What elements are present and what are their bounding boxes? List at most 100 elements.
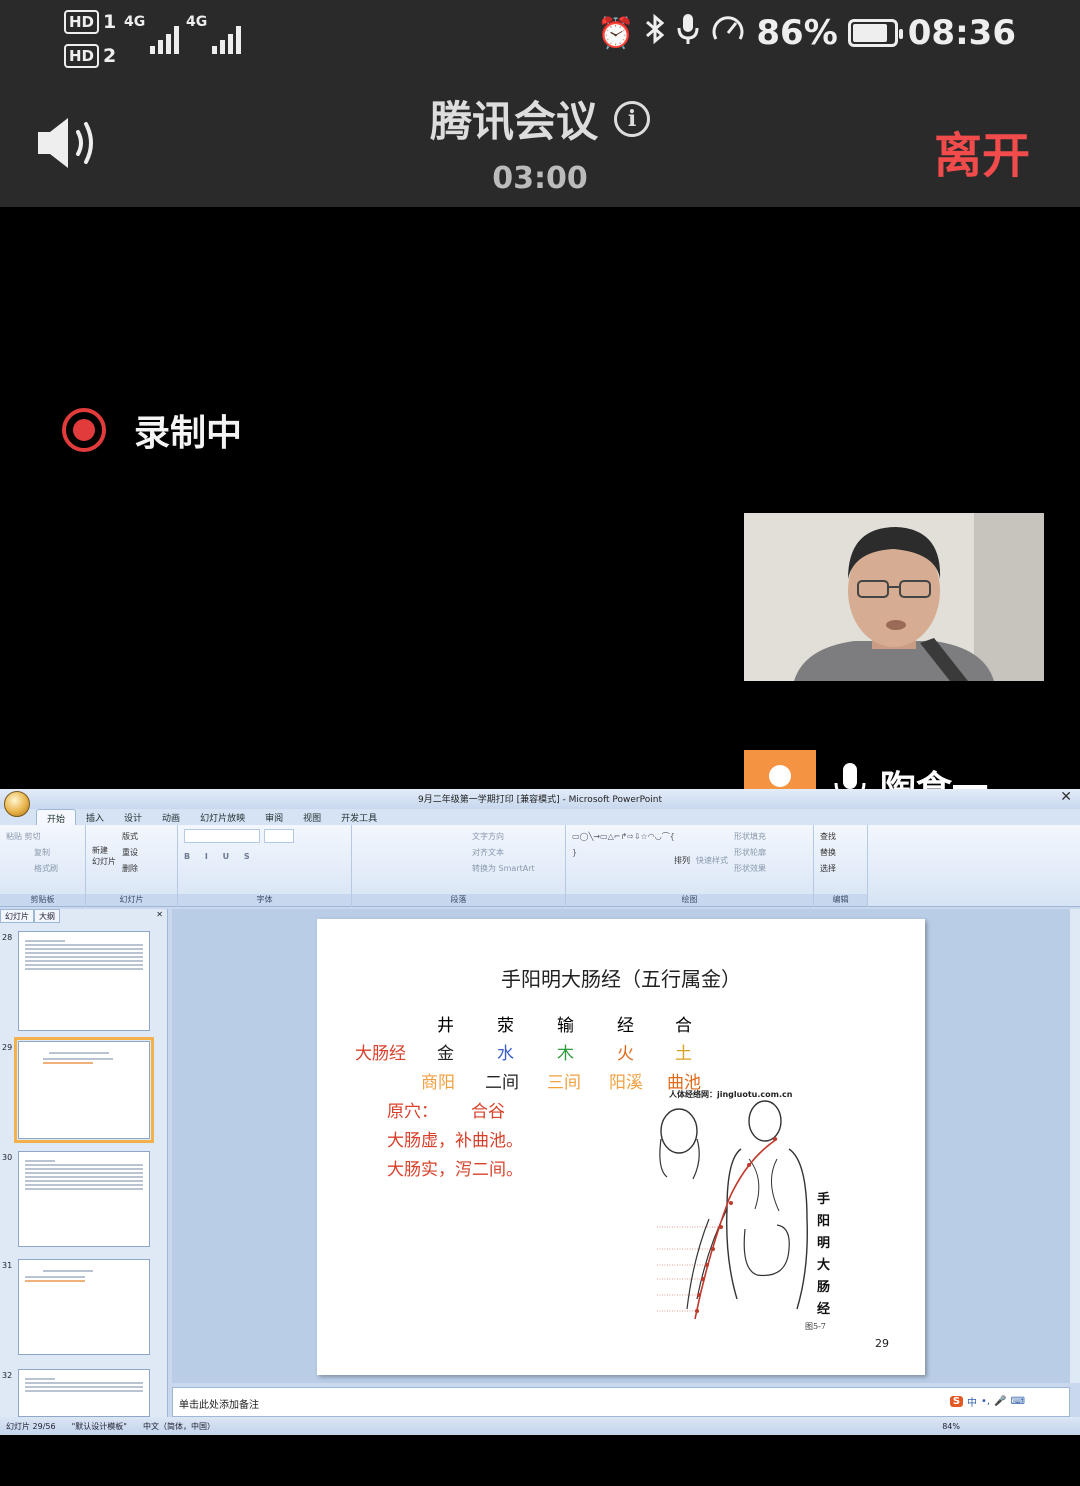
- ime-punctuation-icon[interactable]: •,: [981, 1396, 990, 1407]
- paste-button[interactable]: 粘贴: [6, 829, 22, 845]
- excess-rule: 大肠实，泻二间。: [387, 1160, 523, 1180]
- ppt-window-title: 9月二年级第一学期打印 [兼容模式] - Microsoft PowerPoin…: [418, 795, 662, 805]
- cut-button[interactable]: 剪切: [25, 829, 41, 845]
- tab-insert[interactable]: 插入: [76, 809, 114, 825]
- zoom-level[interactable]: 84%: [942, 1422, 960, 1431]
- bluetooth-icon: [644, 13, 666, 53]
- current-slide[interactable]: 手阳明大肠经（五行属金） 井 荥 输 经 合 大肠经 金 水 木 火 土 商阳 …: [317, 919, 925, 1375]
- new-slide-button[interactable]: 新建 幻灯片: [92, 845, 116, 877]
- tab-slides-panel[interactable]: 幻灯片: [0, 909, 34, 923]
- ime-language[interactable]: 中: [967, 1394, 977, 1409]
- find-button[interactable]: 查找: [820, 829, 836, 845]
- tab-developer[interactable]: 开发工具: [331, 809, 387, 825]
- tab-view[interactable]: 视图: [293, 809, 331, 825]
- header-jing: 井: [437, 1016, 454, 1036]
- tab-design[interactable]: 设计: [114, 809, 152, 825]
- recording-label: 录制中: [134, 413, 243, 454]
- shape-fill-button[interactable]: 形状填充: [734, 829, 766, 845]
- sim1-number: 1: [103, 11, 117, 33]
- group-drawing: ▭◯╲→▭△⌐↱⇨⇩☆◠◡⌒{ } 排列 快速样式 形状填充 形状轮廓 形状效果…: [566, 825, 814, 907]
- text-direction-button[interactable]: 文字方向: [472, 829, 504, 845]
- group-editing: 查找 替换 选择 编辑: [814, 825, 868, 907]
- align-text-button[interactable]: 对齐文本: [472, 845, 504, 861]
- slide-thumbnail-panel: 幻灯片 大纲 ✕ 28 29 30 31 32: [0, 909, 168, 1417]
- slide-thumbnail[interactable]: [18, 1369, 150, 1417]
- format-painter-button[interactable]: 格式刷: [34, 861, 58, 877]
- figure-caption: 手阳明大肠经: [817, 1192, 831, 1317]
- alarm-icon: ⏰: [597, 15, 635, 51]
- layout-button[interactable]: 版式: [122, 829, 138, 845]
- group-label-editing: 编辑: [814, 894, 867, 906]
- ribbon-tabs: 开始 插入 设计 动画 幻灯片放映 审阅 视图 开发工具: [0, 809, 1080, 825]
- element-earth: 土: [675, 1044, 692, 1064]
- theme-name: "默认设计模板": [71, 1421, 127, 1431]
- shape-effects-button[interactable]: 形状效果: [734, 861, 766, 877]
- hd1-badge: HD: [64, 10, 100, 34]
- status-right: ⏰ 86% 08:36: [597, 12, 1016, 54]
- ppt-status-bar: 幻灯片 29/56 "默认设计模板" 中文（简体，中国） 84%: [0, 1417, 1080, 1435]
- element-fire: 火: [617, 1044, 634, 1064]
- ime-toolbar[interactable]: S 中 •, 🎤 ⌨: [949, 1394, 1025, 1409]
- slide-thumbnail-selected[interactable]: [14, 1037, 154, 1143]
- font-size-box[interactable]: [264, 829, 294, 843]
- slide-thumbnail[interactable]: [18, 931, 150, 1031]
- network-type-2: 4G: [186, 14, 208, 30]
- signal-icon-2: 4G: [186, 14, 242, 54]
- slide-canvas: 手阳明大肠经（五行属金） 井 荥 输 经 合 大肠经 金 水 木 火 土 商阳 …: [172, 909, 1070, 1383]
- info-icon[interactable]: i: [614, 100, 650, 137]
- tab-outline-panel[interactable]: 大纲: [34, 909, 60, 923]
- tab-slideshow[interactable]: 幻灯片放映: [190, 809, 255, 825]
- slide-thumbnail[interactable]: [18, 1259, 150, 1355]
- header-jing2: 经: [617, 1016, 634, 1036]
- quick-styles-button[interactable]: 快速样式: [696, 853, 728, 877]
- font-name-box[interactable]: [184, 829, 260, 843]
- group-paragraph: 文字方向 对齐文本 转换为 SmartArt 段落: [352, 825, 566, 907]
- sim2-number: 2: [103, 45, 117, 67]
- slide-count: 幻灯片 29/56: [6, 1421, 56, 1431]
- tab-animation[interactable]: 动画: [152, 809, 190, 825]
- close-icon[interactable]: ✕: [1060, 789, 1072, 805]
- meeting-timer: 03:00: [492, 161, 588, 196]
- close-panel-icon[interactable]: ✕: [152, 909, 167, 923]
- replace-button[interactable]: 替换: [820, 845, 836, 861]
- record-icon: [62, 408, 106, 452]
- mic-icon: [676, 12, 700, 54]
- screen: { "status_bar": { "sim1": "HD", "sim1_nu…: [0, 0, 1080, 1486]
- delete-button[interactable]: 删除: [122, 861, 138, 877]
- copy-button[interactable]: 复制: [34, 845, 50, 861]
- ppt-titlebar: 9月二年级第一学期打印 [兼容模式] - Microsoft PowerPoin…: [0, 789, 1080, 809]
- group-label-paragraph: 段落: [352, 894, 565, 906]
- shapes-gallery[interactable]: ▭◯╲→▭△⌐↱⇨⇩☆◠◡⌒{ }: [572, 829, 675, 877]
- participant-video[interactable]: [744, 513, 1044, 681]
- group-font: B I U S 字体: [178, 825, 352, 907]
- font-format-buttons[interactable]: B I U S: [184, 849, 345, 865]
- slide-page-number: 29: [875, 1337, 889, 1350]
- group-label-font: 字体: [178, 894, 351, 906]
- network-type-1: 4G: [124, 14, 146, 30]
- thumb-number: 29: [2, 1043, 13, 1052]
- thumb-number: 32: [2, 1371, 13, 1380]
- header-shu: 输: [557, 1016, 574, 1036]
- point-yangxi: 阳溪: [609, 1073, 643, 1093]
- office-button[interactable]: [4, 791, 30, 817]
- slide-thumbnail[interactable]: [18, 1151, 150, 1247]
- notes-placeholder: 单击此处添加备注: [179, 1400, 259, 1411]
- reset-button[interactable]: 重设: [122, 845, 138, 861]
- ime-keyboard-icon[interactable]: ⌨: [1011, 1396, 1025, 1407]
- tab-home[interactable]: 开始: [36, 809, 77, 825]
- arrange-button[interactable]: 排列: [674, 853, 690, 877]
- point-erjian: 二间: [485, 1073, 519, 1093]
- select-button[interactable]: 选择: [820, 861, 836, 877]
- meeting-title-block: 腾讯会议 i 03:00: [0, 88, 1080, 196]
- sogou-ime-icon[interactable]: S: [949, 1396, 964, 1407]
- ime-mic-icon[interactable]: 🎤: [994, 1396, 1006, 1407]
- vertical-scrollbar[interactable]: [1070, 909, 1080, 1383]
- battery-percent: 86%: [756, 13, 838, 53]
- notes-pane[interactable]: 单击此处添加备注 S 中 •, 🎤 ⌨: [172, 1387, 1070, 1417]
- shape-outline-button[interactable]: 形状轮廓: [734, 845, 766, 861]
- group-clipboard: 粘贴 剪切 复制 格式刷 剪贴板: [0, 825, 86, 907]
- smartart-button[interactable]: 转换为 SmartArt: [472, 861, 535, 877]
- speed-icon: [710, 13, 746, 53]
- tab-review[interactable]: 审阅: [255, 809, 293, 825]
- leave-button[interactable]: 离开: [934, 116, 1030, 186]
